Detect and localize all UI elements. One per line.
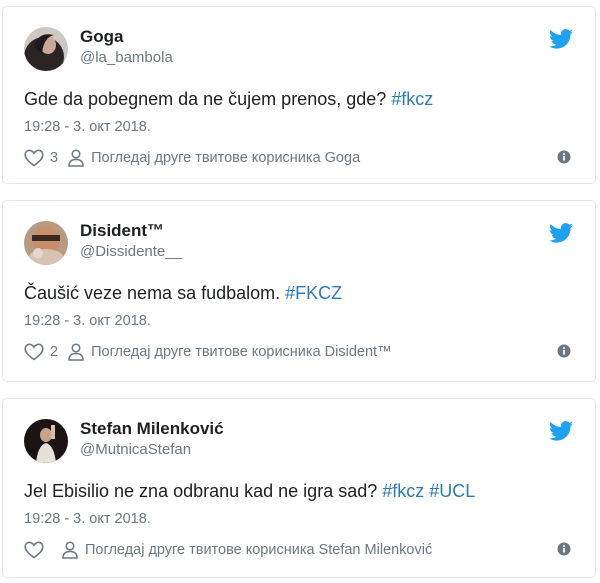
info-icon[interactable] <box>557 542 571 556</box>
tweet-text: Gde da pobegnem da ne čujem prenos, gde?… <box>24 89 434 109</box>
person-icon <box>62 541 78 559</box>
twitter-bird-icon[interactable] <box>549 223 573 243</box>
tweet-actions: 2 Погледај друге твитове корисника Disid… <box>24 342 392 362</box>
heart-icon[interactable] <box>24 149 44 167</box>
embedded-tweet[interactable]: Goga @la_bambola Gde da pobegnem da ne č… <box>2 6 596 184</box>
author-name[interactable]: Stefan Milenković <box>80 419 224 439</box>
info-icon[interactable] <box>557 150 571 164</box>
author-name[interactable]: Goga <box>80 27 123 47</box>
tweet-text: Čaušić veze nema sa fudbalom. #FKCZ <box>24 283 343 303</box>
author-name[interactable]: Disident™ <box>80 221 164 241</box>
avatar[interactable] <box>24 419 68 463</box>
tweet-actions: 3 Погледај друге твитове корисника Goga <box>24 148 360 168</box>
tweet-actions: Погледај друге твитове корисника Stefan … <box>24 540 432 560</box>
author-handle[interactable]: @MutnicaStefan <box>80 441 191 458</box>
twitter-bird-icon[interactable] <box>549 29 573 49</box>
twitter-bird-icon[interactable] <box>549 421 573 441</box>
tweet-timestamp[interactable]: 19:28 - 3. окт 2018. <box>24 511 151 527</box>
embedded-tweet[interactable]: Stefan Milenković @MutnicaStefan Jel Ebi… <box>2 398 596 578</box>
tweet-timestamp[interactable]: 19:28 - 3. окт 2018. <box>24 119 151 135</box>
hashtag-link[interactable]: #FKCZ <box>285 283 342 303</box>
avatar[interactable] <box>24 27 68 71</box>
tweet-text: Jel Ebisilio ne zna odbranu kad ne igra … <box>24 481 476 501</box>
view-profile-link[interactable]: Погледај друге твитове корисника Stefan … <box>85 542 432 558</box>
like-count: 2 <box>50 344 59 360</box>
person-icon <box>68 149 84 167</box>
embedded-tweet[interactable]: Disident™ @Dissidente__ Čaušić veze nema… <box>2 200 596 382</box>
heart-icon[interactable] <box>24 343 44 361</box>
tweet-feed: Goga @la_bambola Gde da pobegnem da ne č… <box>0 0 600 583</box>
avatar[interactable] <box>24 221 68 265</box>
info-icon[interactable] <box>557 344 571 358</box>
person-icon <box>68 343 84 361</box>
view-profile-link[interactable]: Погледај друге твитове корисника Goga <box>91 150 360 166</box>
author-handle[interactable]: @Dissidente__ <box>80 243 182 260</box>
hashtag-link[interactable]: #fkcz <box>391 89 433 109</box>
hashtag-link[interactable]: #UCL <box>429 481 475 501</box>
author-handle[interactable]: @la_bambola <box>80 49 173 66</box>
tweet-timestamp[interactable]: 19:28 - 3. окт 2018. <box>24 313 151 329</box>
view-profile-link[interactable]: Погледај друге твитове корисника Disiden… <box>91 344 391 360</box>
hashtag-link[interactable]: #fkcz <box>382 481 424 501</box>
like-count: 3 <box>50 150 59 166</box>
heart-icon[interactable] <box>24 541 44 559</box>
